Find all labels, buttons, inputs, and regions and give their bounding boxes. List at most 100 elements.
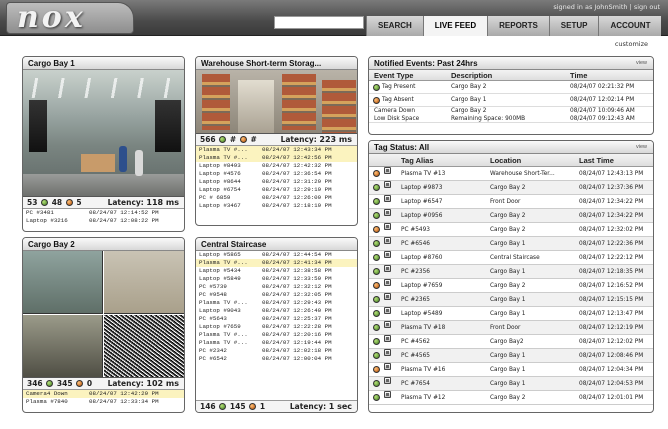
list-item[interactable]: Camera4 Down 08/24/07 12:42:29 PM: [23, 390, 184, 398]
panel-title: Cargo Bay 1: [23, 57, 184, 70]
tag-last-time: 08/24/07 12:22:36 PM: [579, 241, 644, 247]
latency-value: 118 ms: [146, 198, 179, 207]
list-item[interactable]: Laptop #6754 08/24/07 12:29:19 PM: [196, 186, 357, 194]
rfid-tag-icon[interactable]: [384, 321, 391, 328]
list-item[interactable]: Plasma TV #... 08/24/07 12:42:56 PM: [196, 154, 357, 162]
table-row[interactable]: PC #5493 Cargo Bay 2 08/24/07 12:32:02 PM: [369, 223, 653, 237]
top-header: nox signed in as JohnSmith | sign out SE…: [0, 0, 668, 36]
list-item[interactable]: PC #9548 08/24/07 12:32:05 PM: [196, 291, 357, 299]
search-input[interactable]: [274, 16, 364, 29]
nox-logo[interactable]: nox: [6, 0, 134, 35]
column-header[interactable]: Time: [570, 70, 587, 81]
list-item[interactable]: Laptop #5865 08/24/07 12:44:54 PM: [196, 251, 357, 259]
table-row[interactable]: Plasma TV #13 Warehouse Short-Ter... 08/24…: [369, 167, 653, 181]
rfid-tag-icon[interactable]: [384, 391, 391, 398]
nav-search[interactable]: SEARCH: [366, 16, 423, 36]
column-header[interactable]: Tag Alias: [401, 154, 434, 167]
list-item[interactable]: PC #3481 08/24/07 12:14:52 PM: [23, 209, 184, 217]
list-item[interactable]: PC #5739 08/24/07 12:32:12 PM: [196, 283, 357, 291]
rfid-tag-icon[interactable]: [384, 377, 391, 384]
table-row[interactable]: Laptop #0956 Cargo Bay 2 08/24/07 12:34:22…: [369, 209, 653, 223]
tag-name: Laptop #7659: [199, 323, 241, 330]
tag-last-time: 08/24/07 12:43:13 PM: [579, 171, 644, 177]
tag-alias: Plasma TV #16: [401, 367, 446, 373]
list-item[interactable]: Plasma #7840 08/24/07 12:33:34 PM: [23, 398, 184, 406]
events-view-link[interactable]: view: [636, 57, 647, 70]
table-row[interactable]: PC #6546 Cargo Bay 1 08/24/07 12:22:36 PM: [369, 237, 653, 251]
rfid-tag-icon[interactable]: [384, 293, 391, 300]
column-header[interactable]: Last Time: [579, 154, 614, 167]
rfid-tag-icon[interactable]: [384, 349, 391, 356]
list-item[interactable]: PC #2342 08/24/07 12:02:18 PM: [196, 347, 357, 355]
list-item[interactable]: Laptop #4576 08/24/07 12:36:54 PM: [196, 170, 357, 178]
list-item[interactable]: Laptop #7659 08/24/07 12:22:28 PM: [196, 323, 357, 331]
rfid-tag-icon[interactable]: [384, 307, 391, 314]
list-item[interactable]: Laptop #8493 08/24/07 12:42:32 PM: [196, 162, 357, 170]
list-item[interactable]: PC #5643 08/24/07 12:25:37 PM: [196, 315, 357, 323]
list-item[interactable]: Laptop #5849 08/24/07 12:33:59 PM: [196, 275, 357, 283]
table-row[interactable]: PC #4565 Cargo Bay 1 08/24/07 12:08:46 PM: [369, 349, 653, 363]
rfid-tag-icon[interactable]: [384, 209, 391, 216]
tag-last-time: 08/24/07 12:12:19 PM: [579, 325, 644, 331]
rfid-tag-icon[interactable]: [384, 335, 391, 342]
tag-name: Laptop #3216: [26, 217, 68, 224]
rfid-tag-icon[interactable]: [384, 167, 391, 174]
table-row[interactable]: Plasma TV #12 Cargo Bay 2 08/24/07 12:01:0…: [369, 391, 653, 405]
table-row[interactable]: PC #4562 Cargo Bay2 08/24/07 12:12:02 PM: [369, 335, 653, 349]
list-item[interactable]: Laptop #8644 08/24/07 12:31:29 PM: [196, 178, 357, 186]
table-row[interactable]: Camera Down Cargo Bay 2 08/24/07 10:09:4…: [369, 107, 653, 115]
tag-name: Plasma #7840: [26, 398, 68, 405]
rfid-tag-icon[interactable]: [384, 181, 391, 188]
tag-name: Laptop #5849: [199, 275, 241, 282]
table-row[interactable]: PC #2356 Cargo Bay 1 08/24/07 12:18:35 PM: [369, 265, 653, 279]
list-item[interactable]: Laptop #9043 08/24/07 12:26:40 PM: [196, 307, 357, 315]
table-row[interactable]: Laptop #7659 Cargo Bay 2 08/24/07 12:16:52…: [369, 279, 653, 293]
nav-account[interactable]: ACCOUNT: [598, 16, 662, 36]
table-row[interactable]: Laptop #9873 Cargo Bay 2 08/24/07 12:37:36…: [369, 181, 653, 195]
sign-out-link[interactable]: sign out: [634, 3, 660, 11]
list-item[interactable]: Laptop #3216 08/24/07 12:08:22 PM: [23, 217, 184, 225]
list-item[interactable]: PC # 6859 08/24/07 12:26:09 PM: [196, 194, 357, 202]
table-row[interactable]: PC #2365 Cargo Bay 1 08/24/07 12:15:15 PM: [369, 293, 653, 307]
camera-feed-warehouse[interactable]: [196, 70, 357, 134]
column-header[interactable]: Description: [451, 70, 492, 81]
total-count: 146: [200, 402, 216, 411]
nav-reports[interactable]: REPORTS: [487, 16, 549, 36]
camera-feed-cargo-bay-1[interactable]: [23, 70, 184, 197]
table-row[interactable]: PC #7654 Cargo Bay 1 08/24/07 12:04:53 PM: [369, 377, 653, 391]
list-item[interactable]: Plasma TV #... 08/24/07 12:20:16 PM: [196, 331, 357, 339]
rfid-tag-icon[interactable]: [384, 265, 391, 272]
customize-link[interactable]: customize: [615, 40, 648, 48]
table-row[interactable]: Tag Present Cargo Bay 2 08/24/07 02:21:3…: [369, 81, 653, 94]
list-item[interactable]: Plasma TV #... 08/24/07 12:19:44 PM: [196, 339, 357, 347]
rfid-tag-icon[interactable]: [384, 279, 391, 286]
tag-last-time: 08/24/07 12:13:47 PM: [579, 311, 644, 317]
list-item[interactable]: Plasma TV #... 08/24/07 12:43:34 PM: [196, 146, 357, 154]
event-type: Camera Down: [374, 108, 416, 114]
nav-setup[interactable]: SETUP: [548, 16, 599, 36]
nav-live-feed[interactable]: LIVE FEED: [422, 16, 488, 36]
table-row[interactable]: Laptop #5489 Cargo Bay 1 08/24/07 12:13:47…: [369, 307, 653, 321]
rfid-tag-icon[interactable]: [384, 195, 391, 202]
table-row[interactable]: Tag Absent Cargo Bay 1 08/24/07 12:02:14…: [369, 94, 653, 107]
column-header[interactable]: Location: [490, 154, 521, 167]
tag-last-time: 08/24/07 12:18:35 PM: [579, 269, 644, 275]
table-row[interactable]: Low Disk Space Remaining Space: 900MB 08…: [369, 115, 653, 123]
table-row[interactable]: Plasma TV #16 Cargo Bay 1 08/24/07 12:04:3…: [369, 363, 653, 377]
table-row[interactable]: Laptop #8760 Central Staircase 08/24/07 12…: [369, 251, 653, 265]
tags-view-link[interactable]: view: [636, 141, 647, 154]
list-item[interactable]: PC #6542 08/24/07 12:00:04 PM: [196, 355, 357, 363]
rfid-tag-icon[interactable]: [384, 251, 391, 258]
rfid-tag-icon[interactable]: [384, 223, 391, 230]
list-item[interactable]: Laptop #3467 08/24/07 12:18:19 PM: [196, 202, 357, 210]
table-row[interactable]: Plasma TV #18 Front Door 08/24/07 12:12:19…: [369, 321, 653, 335]
table-row[interactable]: Laptop #6547 Front Door 08/24/07 12:34:22 …: [369, 195, 653, 209]
present-status-icon: [373, 184, 380, 191]
rfid-tag-icon[interactable]: [384, 363, 391, 370]
column-header[interactable]: Event Type: [374, 70, 413, 81]
list-item[interactable]: Laptop #5434 08/24/07 12:38:58 PM: [196, 267, 357, 275]
camera-feed-cargo-bay-2[interactable]: [23, 251, 184, 378]
rfid-tag-icon[interactable]: [384, 237, 391, 244]
list-item[interactable]: Plasma TV #... 08/24/07 12:29:43 PM: [196, 299, 357, 307]
list-item[interactable]: Plasma TV #... 08/24/07 12:41:34 PM: [196, 259, 357, 267]
